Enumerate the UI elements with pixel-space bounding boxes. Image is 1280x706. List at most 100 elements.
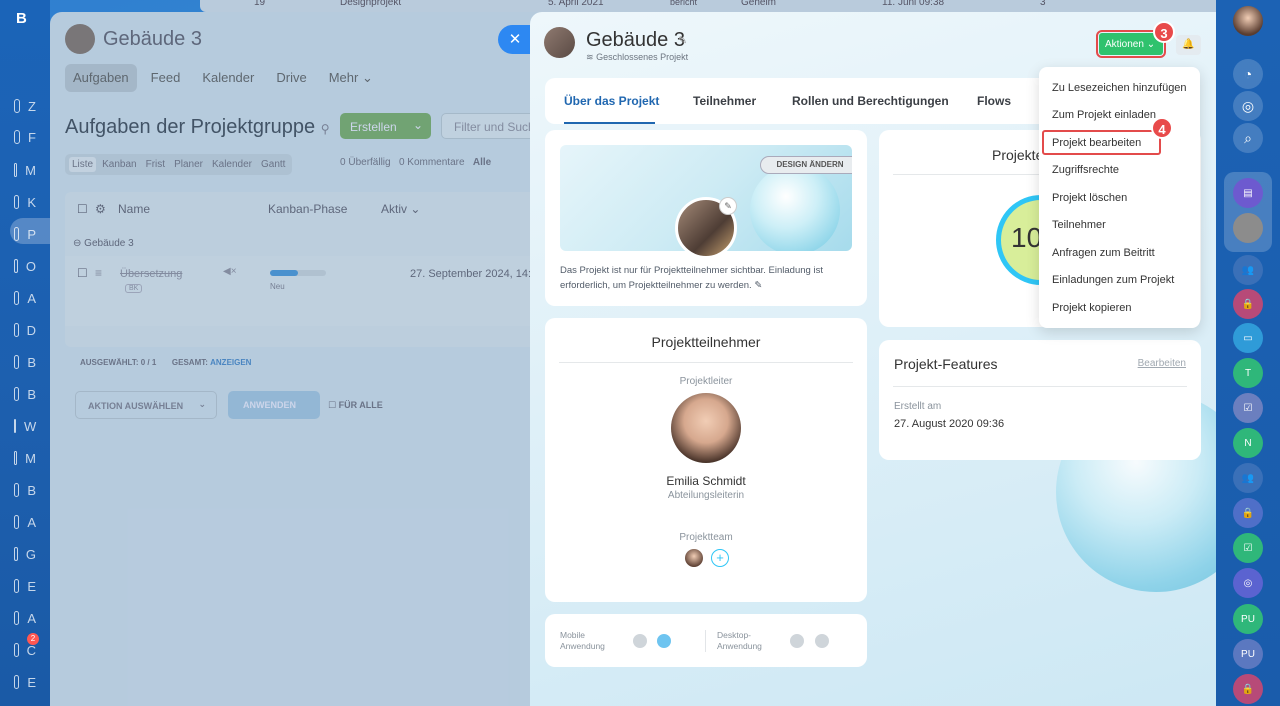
search-icon[interactable]: ⌕ [1233, 123, 1263, 153]
nav-item-6[interactable]: O [14, 257, 36, 275]
nav-item-5[interactable]: P [14, 225, 36, 243]
row-date: 5. April 2021 [548, 0, 604, 8]
row-date2: 11. Juni 09:38 [882, 0, 945, 8]
lock-icon[interactable]: 🔒 [1233, 289, 1263, 319]
nav-item-19[interactable]: E [14, 673, 36, 691]
team-member-avatar[interactable] [685, 549, 703, 567]
progress-title: Projekte [992, 147, 1044, 163]
nav-item-13[interactable]: B [14, 481, 36, 499]
project-avatar [544, 27, 575, 58]
divider [893, 386, 1187, 387]
leader-name[interactable]: Emilia Schmidt [545, 474, 867, 488]
bell-icon[interactable]: 🔔 [1176, 35, 1201, 55]
nav-item-15[interactable]: G [14, 545, 36, 563]
row-count: 3 [1040, 0, 1046, 8]
menu-item-invite[interactable]: Zum Projekt einladen [1052, 109, 1156, 121]
edit-image-icon[interactable]: ✎ [719, 197, 737, 215]
nav-item-8[interactable]: D [14, 321, 36, 339]
chat-icon[interactable]: ▤ [1233, 178, 1263, 208]
features-title: Projekt-Features [894, 356, 998, 372]
nav-item-4[interactable]: K [14, 193, 36, 211]
menu-item-edit-project[interactable]: Projekt bearbeiten [1052, 137, 1141, 149]
edit-pencil-icon[interactable]: ✎ [754, 280, 762, 291]
target-icon[interactable]: ◎ [1233, 568, 1263, 598]
menu-item-join-requests[interactable]: Anfragen zum Beitritt [1052, 247, 1155, 259]
lock-icon[interactable]: 🔒 [1233, 498, 1263, 528]
nav-item-1[interactable]: Z [14, 97, 36, 115]
nav-item-16[interactable]: E [14, 577, 36, 595]
created-label: Erstellt am [894, 401, 942, 412]
menu-item-invitations[interactable]: Einladungen zum Projekt [1052, 274, 1174, 286]
apps-card: Mobile Anwendung Desktop- Anwendung [545, 614, 867, 667]
nav-item-12[interactable]: M [14, 449, 36, 467]
divider [559, 362, 853, 363]
row-access: Geheim [741, 0, 777, 8]
team-icon[interactable]: 👥 [1233, 463, 1263, 493]
contact-t[interactable]: T [1233, 358, 1263, 388]
contact-pu[interactable]: PU [1233, 604, 1263, 634]
nav-item-17[interactable]: A [14, 609, 36, 627]
menu-item-members[interactable]: Teilnehmer [1052, 219, 1106, 231]
nav-item-11[interactable]: W [14, 417, 36, 435]
notifications-icon[interactable]: ◔ [1233, 59, 1263, 89]
target-icon[interactable]: ◎ [1233, 91, 1263, 121]
tab-flows[interactable]: Flows [977, 94, 1011, 108]
banner-decor [750, 165, 840, 251]
chat-bubble-icon[interactable]: ▭ [1233, 323, 1263, 353]
menu-item-copy-project[interactable]: Projekt kopieren [1052, 302, 1132, 314]
lock-icon[interactable]: 🔒 [1233, 674, 1263, 704]
leader-avatar[interactable] [671, 393, 741, 463]
row-number: 19 [254, 0, 266, 8]
features-edit-link[interactable]: Bearbeiten [1138, 358, 1186, 369]
contact-pu-2[interactable]: PU [1233, 639, 1263, 669]
close-slider-button[interactable]: ✕ [498, 25, 532, 54]
step-marker-3: 3 [1153, 21, 1175, 43]
about-card: DESIGN ÄNDERN ✎ Das Projekt ist nur für … [545, 130, 867, 306]
menu-item-bookmark[interactable]: Zu Lesezeichen hinzufügen [1052, 82, 1187, 94]
overlay-dim [50, 12, 550, 706]
menu-item-delete-project[interactable]: Projekt löschen [1052, 192, 1127, 204]
nav-item-10[interactable]: B [14, 385, 36, 403]
design-change-button[interactable]: DESIGN ÄNDERN [760, 156, 852, 174]
tab-teilnehmer[interactable]: Teilnehmer [693, 94, 756, 108]
nav-item-3[interactable]: M [14, 161, 36, 179]
group-avatar[interactable]: 👥 [1233, 255, 1263, 285]
project-type: ≋ Geschlossenes Projekt [586, 52, 689, 62]
contact-n[interactable]: N [1233, 428, 1263, 458]
notification-badge: 2 [27, 633, 39, 645]
appstore-icon[interactable] [657, 634, 671, 648]
desktop-app-label: Desktop- Anwendung [717, 630, 762, 651]
checklist-icon[interactable]: ☑ [1233, 533, 1263, 563]
nav-item-9[interactable]: B [14, 353, 36, 371]
progress-value: 10 [1011, 222, 1043, 253]
nav-item-14[interactable]: A [14, 513, 36, 531]
left-navigation: B Z F M K P O A D B B W M B A G E A C E … [0, 0, 50, 706]
row-project-name: Designprojekt [340, 0, 402, 8]
step-marker-4: 4 [1151, 117, 1173, 139]
windows-icon[interactable] [790, 634, 804, 648]
mobile-app-label: Mobile Anwendung [560, 630, 605, 651]
background-tasks-page: Gebäude 3 Aufgaben Feed Kalender Drive M… [50, 12, 550, 706]
add-member-icon[interactable]: + [711, 549, 729, 567]
user-avatar[interactable] [1233, 6, 1263, 36]
created-value: 27. August 2020 09:36 [894, 418, 1005, 430]
leader-label: Projektleiter [679, 376, 733, 387]
members-card: Projektteilnehmer Projektleiter Emilia S… [545, 318, 867, 602]
edit-pencil-icon[interactable]: ✎ [678, 34, 687, 47]
team-label: Projektteam [679, 532, 733, 543]
nav-item-7[interactable]: A [14, 289, 36, 307]
leader-role: Abteilungsleiterin [667, 490, 745, 501]
brand-logo[interactable]: B [16, 10, 27, 27]
nav-item-2[interactable]: F [14, 128, 36, 146]
apple-icon[interactable] [815, 634, 829, 648]
privacy-text: Das Projekt ist nur für Projektteilnehme… [560, 265, 823, 291]
chevron-down-icon: ⌄ [1146, 39, 1156, 50]
right-sidebar: ◔ ◎ ⌕ ▤ 👥 🔒 ▭ T ☑ N 👥 🔒 ☑ ◎ PU PU 🔒 [1216, 0, 1280, 706]
contact-avatar[interactable] [1233, 213, 1263, 243]
features-card: Projekt-Features Bearbeiten Erstellt am … [879, 340, 1201, 460]
checklist-icon[interactable]: ☑ [1233, 393, 1263, 423]
android-icon[interactable] [633, 634, 647, 648]
tab-rollen[interactable]: Rollen und Berechtigungen [792, 94, 949, 108]
menu-item-access-rights[interactable]: Zugriffsrechte [1052, 164, 1119, 176]
tab-ueber-das-projekt[interactable]: Über das Projekt [564, 94, 659, 108]
